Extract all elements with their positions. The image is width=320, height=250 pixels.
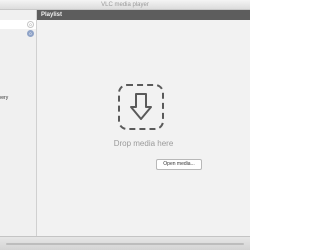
drop-media-label: Drop media here (113, 139, 174, 148)
open-media-button[interactable]: Open media... (156, 159, 202, 170)
drop-zone[interactable] (118, 84, 164, 130)
window-title: VLC media player (101, 2, 149, 8)
count-badge: 0 (27, 30, 34, 37)
playlist-title: Playlist (41, 12, 63, 18)
sidebar-item[interactable] (0, 115, 36, 124)
vlc-window: VLC media player 0 0 overy y Playlist Dr… (0, 0, 250, 250)
sidebar-item-playlist[interactable]: 0 (0, 20, 36, 29)
count-badge: 0 (27, 21, 34, 28)
sidebar-item-discovery[interactable]: overy (0, 94, 36, 103)
download-arrow-icon (130, 93, 152, 120)
sidebar-item[interactable]: y (0, 152, 36, 161)
title-bar[interactable]: VLC media player (0, 0, 250, 10)
playback-bar (0, 236, 250, 250)
seek-slider[interactable] (6, 243, 244, 245)
sidebar: 0 0 overy y (0, 10, 37, 236)
playlist-header: Playlist (37, 10, 250, 20)
sidebar-item-media-library[interactable]: 0 (0, 29, 36, 38)
sidebar-item-label: overy (0, 95, 9, 101)
